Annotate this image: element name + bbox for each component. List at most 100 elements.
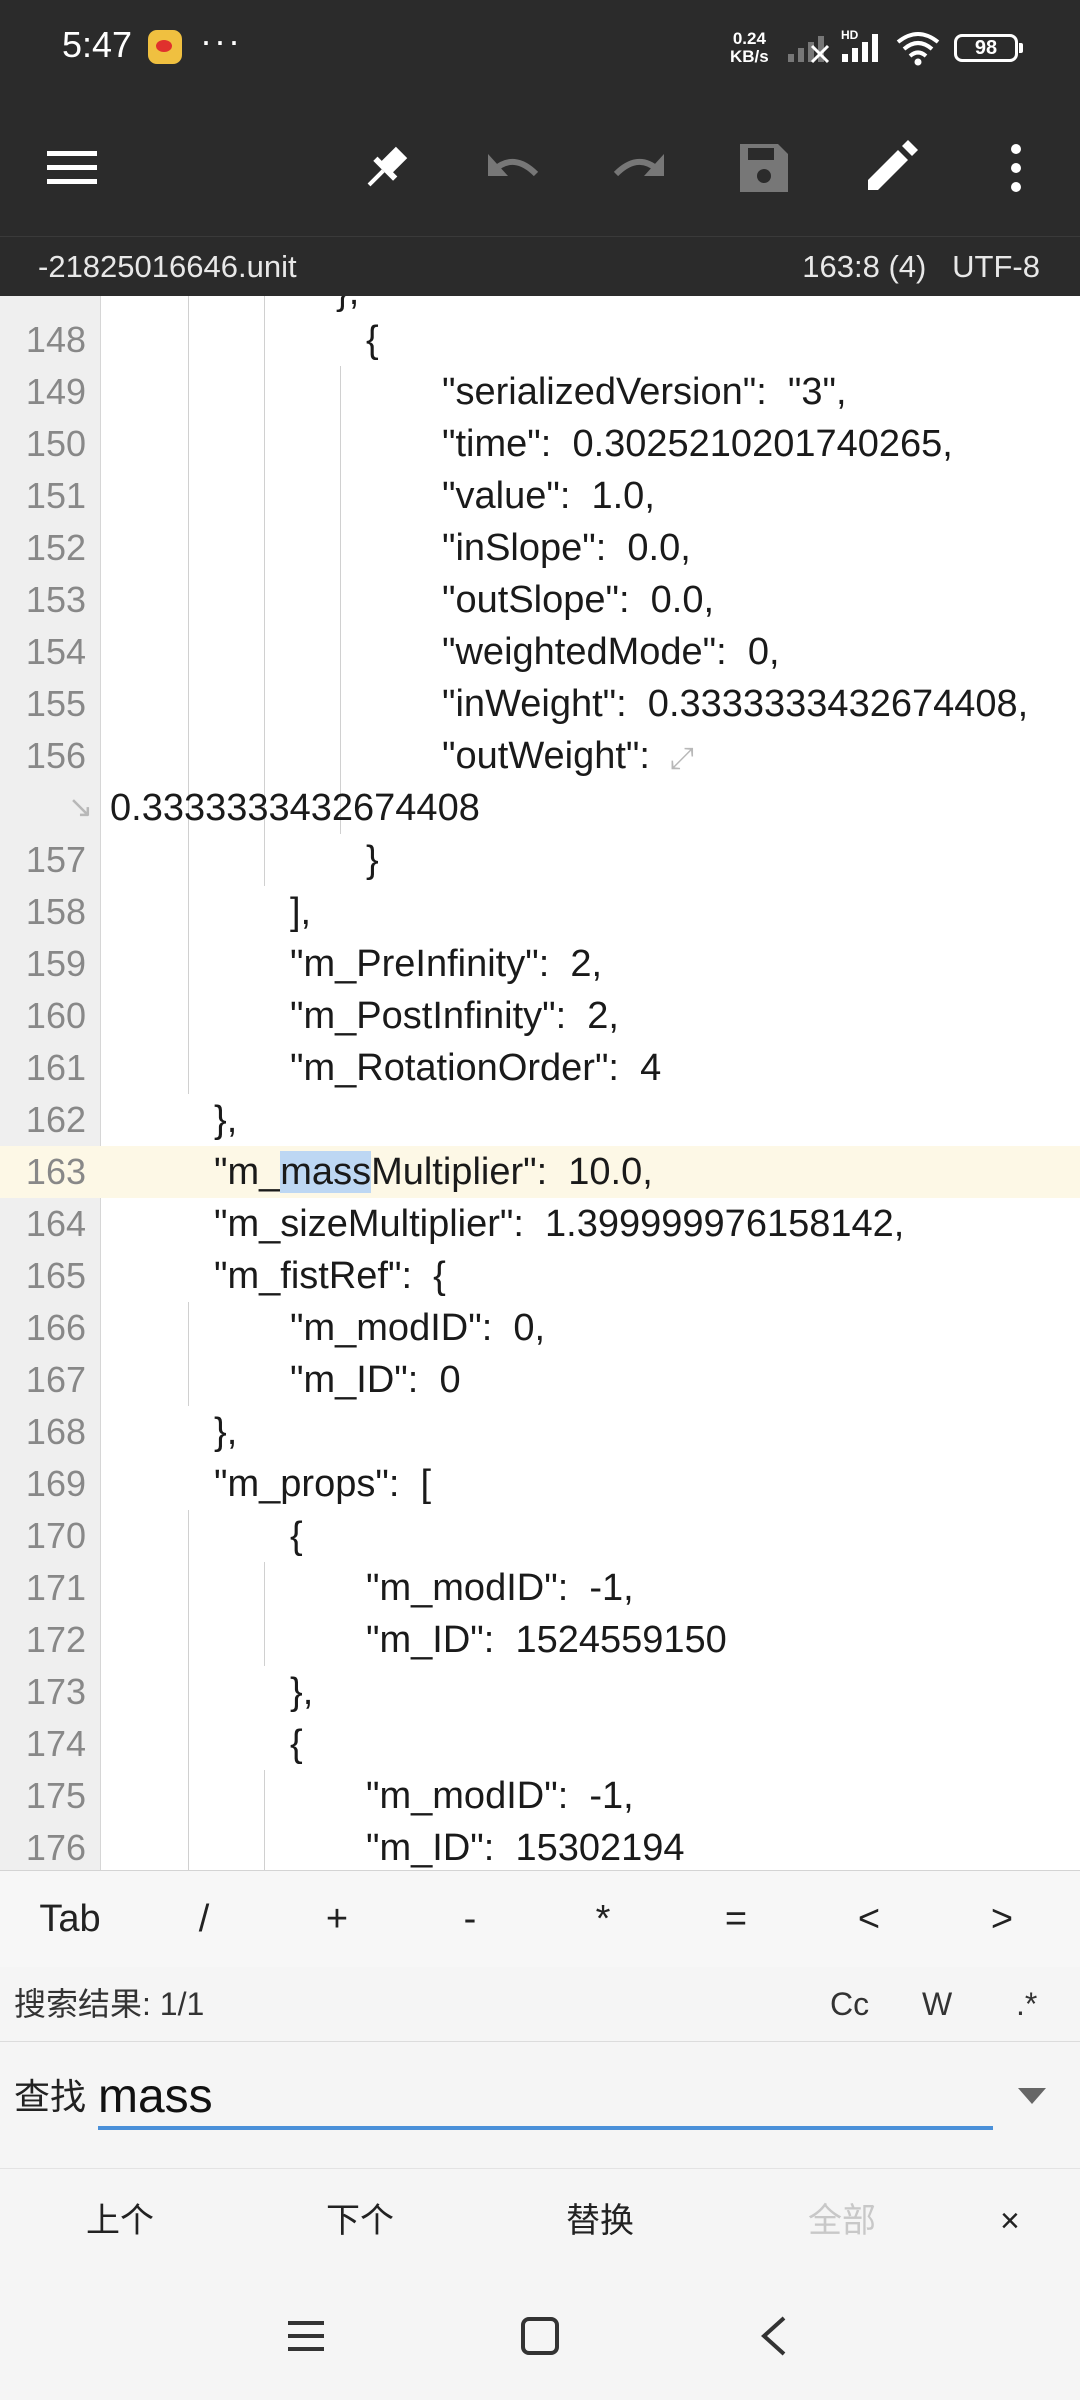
line-text: "value": 1.0, (442, 470, 655, 522)
code-line: 156 "outWeight": ⤢ (0, 730, 1080, 782)
line-content: "m_PostInfinity": 2, (290, 995, 619, 1037)
replace-all-button[interactable]: 全部 (772, 2169, 912, 2273)
line-number: 157 (25, 839, 86, 880)
line-number: 176 (25, 1827, 86, 1868)
home-icon[interactable] (508, 2304, 572, 2368)
close-search-button[interactable]: × (1000, 2169, 1020, 2273)
hd-signal-icon (842, 34, 878, 62)
code-line: 153 "outSlope": 0.0, (0, 574, 1080, 626)
line-content: "m_modID": -1, (366, 1567, 634, 1609)
whole-word-toggle[interactable]: W (922, 1967, 952, 2041)
line-number: 173 (25, 1671, 86, 1712)
symbol-star-key[interactable]: * (543, 1871, 663, 1967)
line-number: 165 (25, 1255, 86, 1296)
regex-toggle[interactable]: .* (1016, 1967, 1037, 2041)
line-content: "value": 1.0, (442, 475, 655, 517)
line-number: 160 (25, 995, 86, 1036)
code-line: 171 "m_modID": -1, (0, 1562, 1080, 1614)
line-content: { (290, 1515, 303, 1557)
recents-icon[interactable] (274, 2304, 338, 2368)
code-line: 160 "m_PostInfinity": 2, (0, 990, 1080, 1042)
line-content: 0.3333333432674408 (110, 787, 480, 829)
line-number: 149 (25, 371, 86, 412)
cursor-position: 163:8 (4) UTF-8 (802, 237, 1040, 297)
line-content: "inSlope": 0.0, (442, 527, 691, 569)
symbol-equals-key[interactable]: = (676, 1871, 796, 1967)
code-line: 173}, (0, 1666, 1080, 1718)
line-content: "m_ID": 0 (290, 1359, 461, 1401)
code-line: 155 "inWeight": 0.3333333432674408, (0, 678, 1080, 730)
code-line: 172 "m_ID": 1524559150 (0, 1614, 1080, 1666)
line-content: "m_PreInfinity": 2, (290, 943, 603, 985)
find-next-button[interactable]: 下个 (290, 2169, 430, 2273)
code-editor[interactable]: }, 148 {149 "serializedVersion": "3", 150 "t… (0, 296, 1080, 1870)
code-line: 166 "m_modID": 0, (0, 1302, 1080, 1354)
chevron-down-icon[interactable] (1018, 2088, 1046, 2104)
line-text: "m_ID": 0 (290, 1354, 461, 1406)
symbol-less-than-key[interactable]: < (809, 1871, 929, 1967)
line-content: { (290, 1723, 303, 1765)
pin-icon[interactable] (352, 134, 420, 202)
line-number: 171 (25, 1567, 86, 1608)
find-previous-button[interactable]: 上个 (50, 2169, 190, 2273)
symbol-tab-key[interactable]: Tab (10, 1871, 130, 1967)
save-icon[interactable] (730, 134, 798, 202)
redo-icon[interactable] (604, 134, 672, 202)
code-line: 151 "value": 1.0, (0, 470, 1080, 522)
line-text: }, (290, 1666, 313, 1718)
line-content: } (366, 839, 379, 881)
code-line: 170 { (0, 1510, 1080, 1562)
line-text: { (366, 314, 379, 366)
line-text: } (366, 834, 379, 886)
wrap-continue-icon: ↘ (68, 791, 94, 824)
net-speed-unit: KB/s (730, 47, 769, 66)
line-text: "m_RotationOrder": 4 (290, 1042, 661, 1094)
match-prefix: "m_ (214, 1151, 281, 1193)
active-line: 163 "m_massMultiplier": 10.0, (0, 1146, 1080, 1198)
line-content: ], (290, 891, 312, 933)
menu-icon[interactable] (38, 134, 106, 202)
file-encoding[interactable]: UTF-8 (952, 249, 1040, 284)
line-text: 0.3333333432674408 ↘ (68, 782, 480, 834)
line-text: "m_sizeMultiplier": 1.399999976158142, (214, 1198, 904, 1250)
code-line: 162}, (0, 1094, 1080, 1146)
find-row: 查找 (0, 2042, 1080, 2168)
edit-icon[interactable] (856, 134, 924, 202)
replace-button[interactable]: 替换 (530, 2169, 670, 2273)
line-number: 167 (25, 1359, 86, 1400)
undo-icon[interactable] (480, 134, 548, 202)
line-text: "m_massMultiplier": 10.0, (214, 1146, 653, 1198)
line-number: 148 (25, 319, 86, 360)
line-number: 170 (25, 1515, 86, 1556)
code-line: 148 { (0, 314, 1080, 366)
code-line: 176 "m_ID": 15302194 (0, 1822, 1080, 1870)
symbol-plus-key[interactable]: + (277, 1871, 397, 1967)
line-number: 159 (25, 943, 86, 984)
line-text: "m_PostInfinity": 2, (290, 990, 619, 1042)
code-line: 152 "inSlope": 0.0, (0, 522, 1080, 574)
line-content: "m_sizeMultiplier": 1.399999976158142, (214, 1203, 905, 1245)
line-text: "time": 0.3025210201740265, (442, 418, 953, 470)
code-line: 154 "weightedMode": 0, (0, 626, 1080, 678)
line-number: 153 (25, 579, 86, 620)
symbol-greater-than-key[interactable]: > (942, 1871, 1062, 1967)
line-number: 175 (25, 1775, 86, 1816)
match-suffix: Multiplier": 10.0, (371, 1151, 653, 1193)
line-number: 163 (25, 1151, 86, 1192)
match-case-toggle[interactable]: Cc (830, 1967, 869, 2041)
line-text: "inSlope": 0.0, (442, 522, 691, 574)
line-content: { (366, 319, 379, 361)
symbol-minus-key[interactable]: - (410, 1871, 530, 1967)
symbol-slash-key[interactable]: / (144, 1871, 264, 1967)
file-info-bar: -21825016646.unit 163:8 (4) UTF-8 (0, 236, 1080, 297)
line-content: "outSlope": 0.0, (442, 579, 715, 621)
code-line: 164 "m_sizeMultiplier": 1.399999976158142… (0, 1198, 1080, 1250)
overflow-icon[interactable] (982, 134, 1050, 202)
find-input[interactable] (98, 2066, 993, 2130)
line-text: "inWeight": 0.3333333432674408, (442, 678, 1028, 730)
code-line: 159 "m_PreInfinity": 2, (0, 938, 1080, 990)
line-text: "m_modID": 0, (290, 1302, 545, 1354)
back-icon[interactable] (742, 2304, 806, 2368)
line-text: }, (214, 1094, 237, 1146)
code-line: 167 "m_ID": 0 (0, 1354, 1080, 1406)
